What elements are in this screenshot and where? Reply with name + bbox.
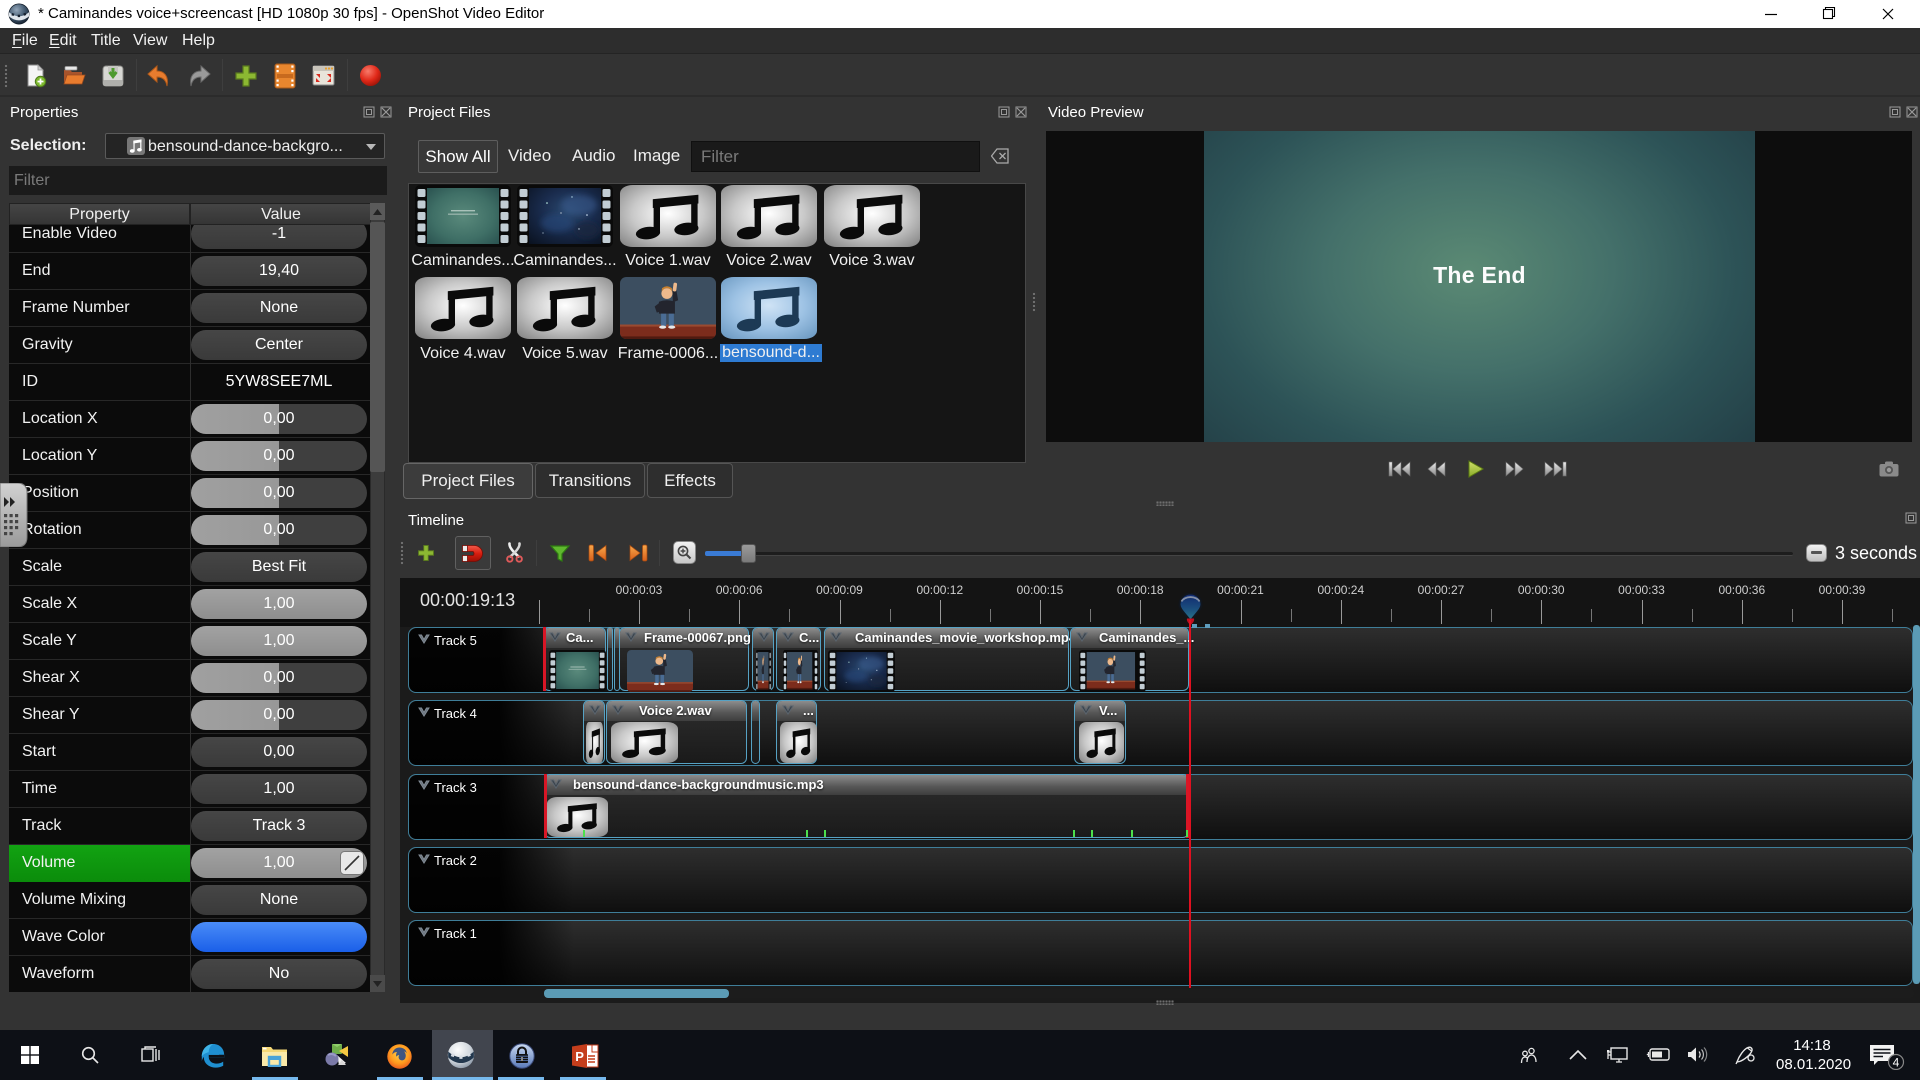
svg-text:4: 4	[1893, 1056, 1900, 1070]
svg-text:P: P	[575, 1049, 584, 1064]
